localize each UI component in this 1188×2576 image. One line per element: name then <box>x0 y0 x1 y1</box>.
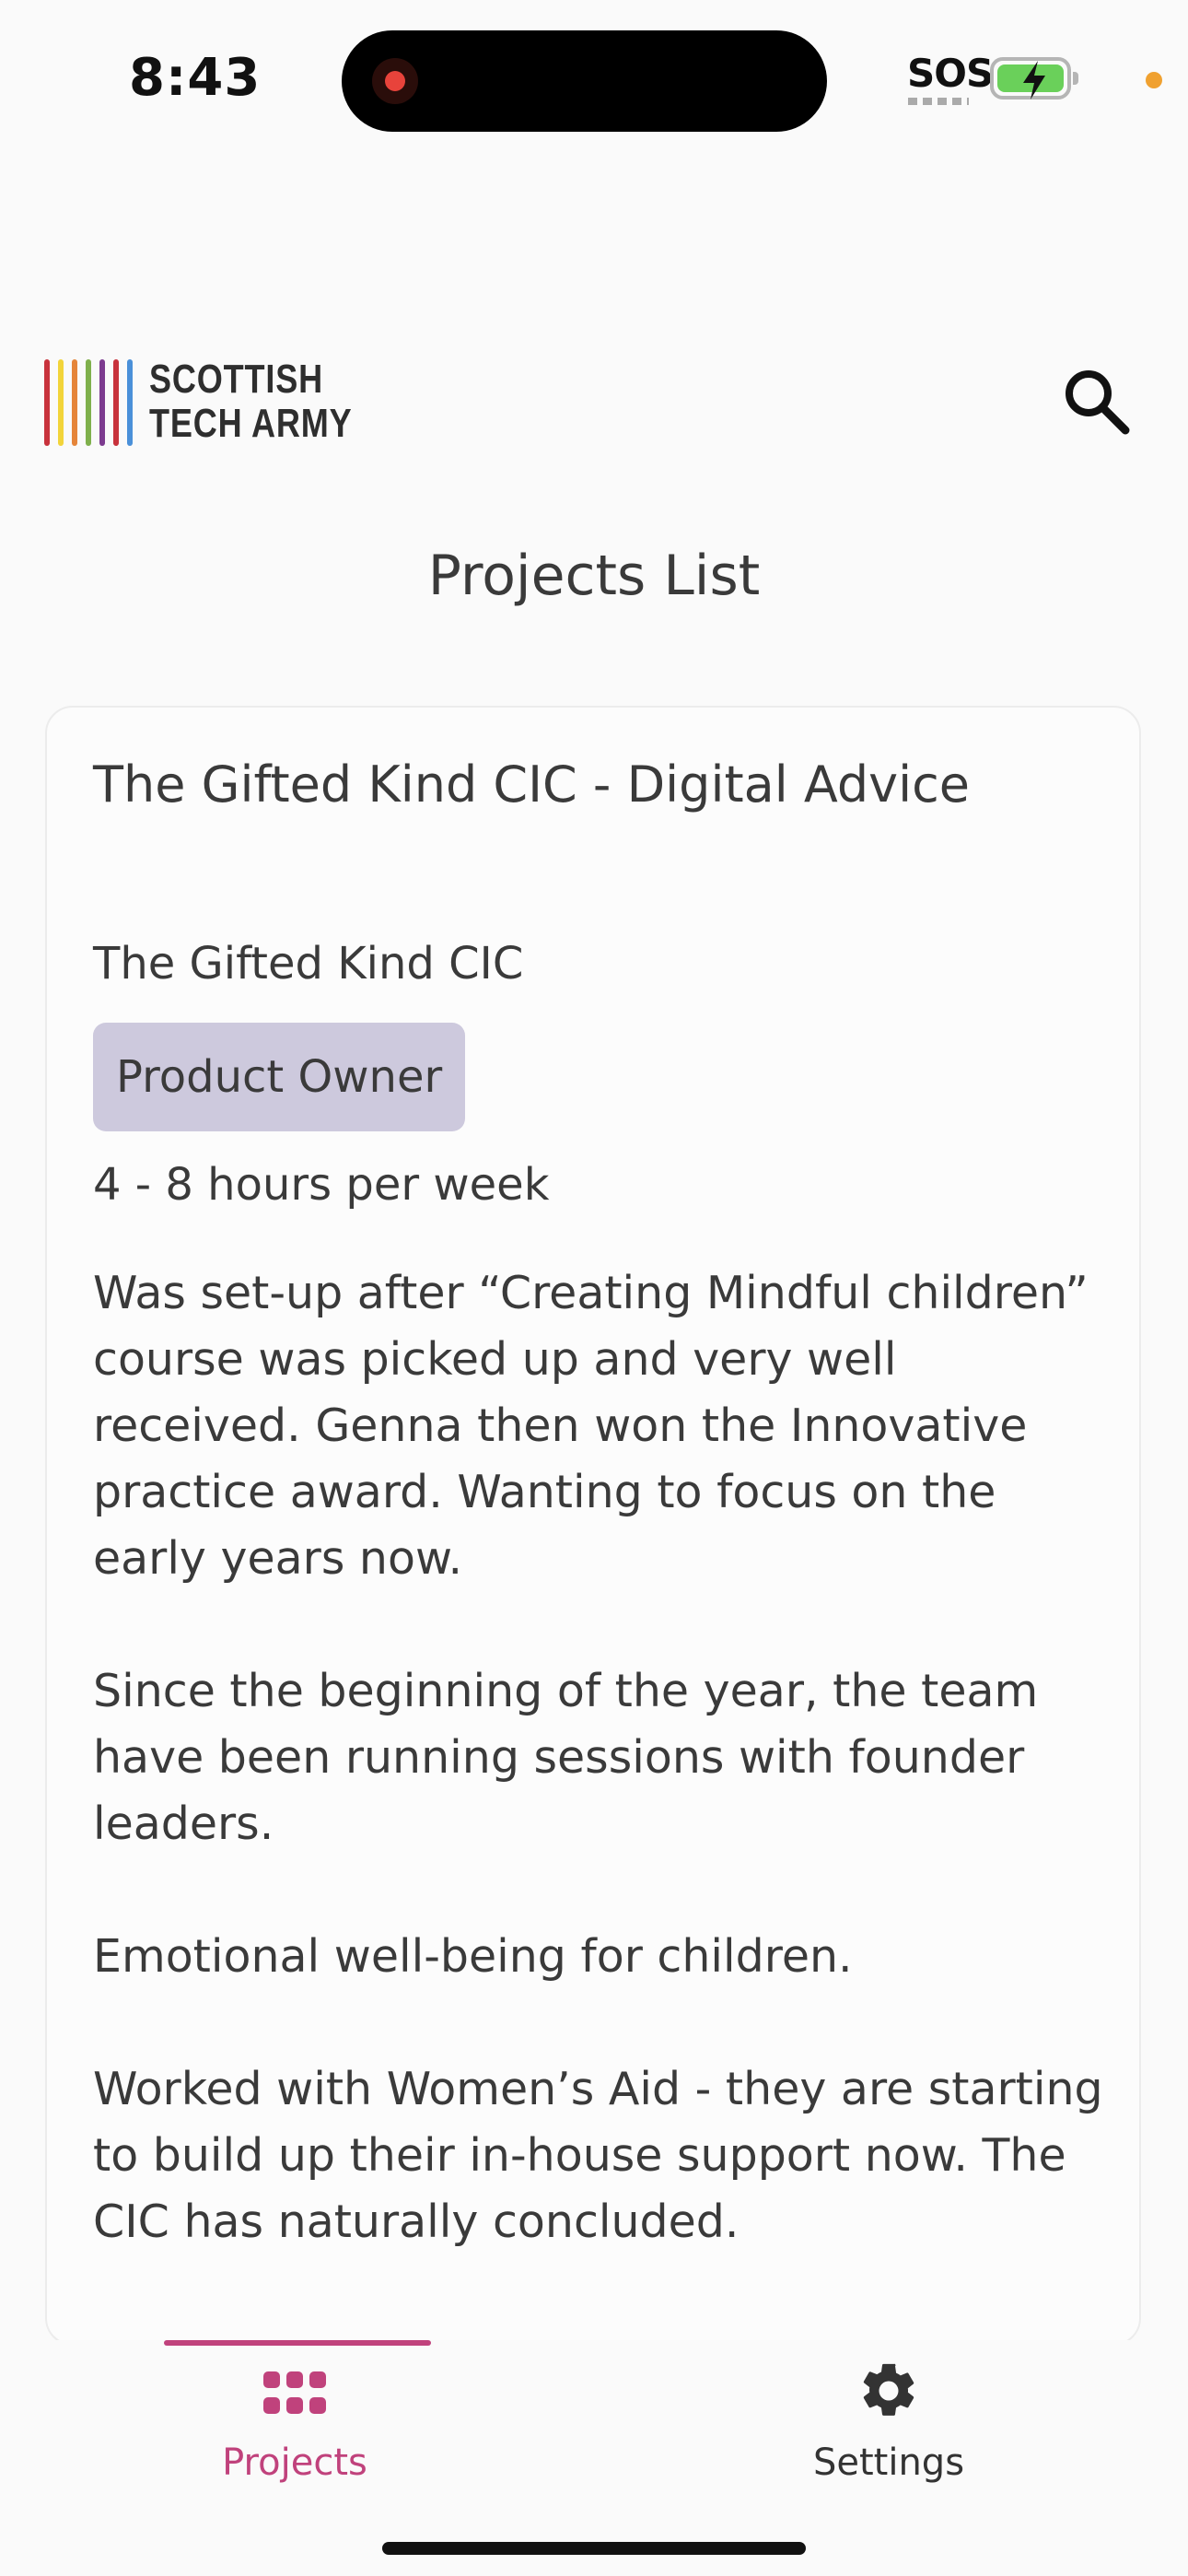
gear-icon <box>863 2363 914 2416</box>
dynamic-island <box>342 30 827 132</box>
search-icon <box>1066 370 1130 435</box>
search-button[interactable] <box>1059 364 1133 438</box>
project-description: Was set-up after “Creating Mindful child… <box>93 1260 1115 2322</box>
role-chip: Product Owner <box>93 1023 466 1131</box>
recording-indicator-icon <box>372 58 418 104</box>
description-paragraph: Since the beginning of the year, the tea… <box>93 1665 1039 1850</box>
logo-bars-icon <box>44 357 133 446</box>
tab-projects[interactable]: Projects <box>64 2340 525 2524</box>
home-indicator[interactable] <box>382 2542 806 2555</box>
tab-label: Settings <box>812 2441 965 2484</box>
grid-icon <box>263 2371 326 2414</box>
signal-dots-icon <box>908 98 969 105</box>
page-title: Projects List <box>427 544 761 608</box>
logo-text: SCOTTISH TECH ARMY <box>149 357 353 446</box>
description-paragraph: Was set-up after “Creating Mindful child… <box>93 1267 1089 1585</box>
bottom-tab-bar: Projects Settings <box>0 2340 1188 2576</box>
tab-settings[interactable]: Settings <box>658 2340 1119 2524</box>
status-time: 8:43 <box>129 48 262 108</box>
privacy-indicator-dot <box>1146 72 1162 88</box>
sos-indicator: SOS <box>907 51 994 96</box>
active-tab-indicator <box>164 2340 431 2346</box>
description-paragraph: Worked with Women’s Aid - they are start… <box>93 2063 1103 2248</box>
description-paragraph: Emotional well-being for children. <box>93 1930 853 1983</box>
tab-label: Projects <box>222 2441 367 2484</box>
logo-text-line2: TECH ARMY <box>149 401 353 446</box>
battery-icon <box>990 57 1078 100</box>
project-card[interactable]: The Gifted Kind CIC - Digital Advice The… <box>45 706 1141 2346</box>
project-hours: 4 - 8 hours per week <box>93 1159 550 1211</box>
project-organisation: The Gifted Kind CIC <box>93 938 524 989</box>
scottish-tech-army-logo[interactable]: SCOTTISH TECH ARMY <box>44 357 397 446</box>
project-title: The Gifted Kind CIC - Digital Advice <box>93 755 971 814</box>
logo-text-line1: SCOTTISH <box>149 357 323 402</box>
